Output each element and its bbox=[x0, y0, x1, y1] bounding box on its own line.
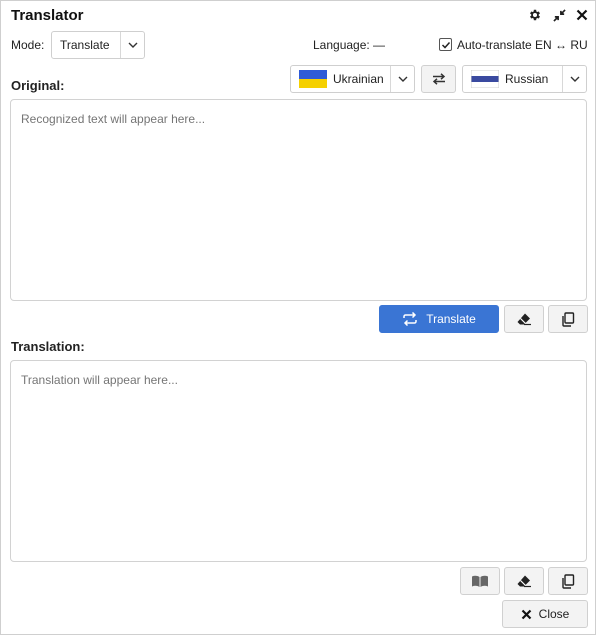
translate-button[interactable]: Translate bbox=[379, 305, 499, 333]
source-language-value: Ukrainian bbox=[333, 72, 384, 86]
dictionary-button[interactable] bbox=[460, 567, 500, 595]
target-language-select[interactable]: Russian bbox=[462, 65, 587, 93]
mode-select[interactable]: Translate bbox=[51, 31, 145, 59]
source-language-select[interactable]: Ukrainian bbox=[290, 65, 415, 93]
mode-select-value: Translate bbox=[60, 38, 110, 52]
translate-button-label: Translate bbox=[426, 312, 476, 326]
translator-window: Translator Mode: Translate Language: — A… bbox=[0, 0, 596, 635]
translation-label: Translation: bbox=[11, 339, 85, 354]
clear-translation-button[interactable] bbox=[504, 567, 544, 595]
minimize-collapse-icon[interactable] bbox=[551, 7, 567, 23]
window-title: Translator bbox=[11, 7, 84, 24]
chevron-down-icon bbox=[562, 66, 586, 92]
chevron-down-icon bbox=[120, 32, 144, 58]
copy-icon bbox=[562, 573, 575, 589]
copy-translation-button[interactable] bbox=[548, 567, 588, 595]
ukraine-flag-icon bbox=[299, 70, 327, 88]
original-text-input[interactable] bbox=[10, 99, 587, 301]
language-detected-label: Language: — bbox=[313, 38, 386, 52]
clear-original-button[interactable] bbox=[504, 305, 544, 333]
translation-output[interactable] bbox=[10, 360, 587, 562]
copy-original-button[interactable] bbox=[548, 305, 588, 333]
copy-icon bbox=[562, 311, 575, 327]
open-book-icon bbox=[472, 575, 488, 587]
eraser-icon bbox=[517, 575, 531, 588]
auto-translate-label: Auto-translate EN ↔ RU bbox=[457, 38, 588, 52]
close-x-icon bbox=[521, 609, 531, 619]
close-icon[interactable] bbox=[574, 7, 590, 23]
settings-gear-icon[interactable] bbox=[527, 7, 543, 23]
eraser-icon bbox=[517, 313, 531, 326]
swap-languages-button[interactable] bbox=[421, 65, 456, 93]
auto-translate-checkbox[interactable] bbox=[439, 38, 452, 51]
translate-repeat-icon bbox=[403, 312, 417, 326]
chevron-down-icon bbox=[390, 66, 414, 92]
original-label: Original: bbox=[11, 78, 65, 93]
close-button-label: Close bbox=[538, 607, 570, 621]
russia-flag-icon bbox=[471, 70, 499, 88]
mode-label: Mode: bbox=[11, 38, 45, 52]
swap-arrows-icon bbox=[432, 73, 445, 85]
close-button[interactable]: Close bbox=[502, 600, 588, 628]
target-language-value: Russian bbox=[505, 72, 549, 86]
